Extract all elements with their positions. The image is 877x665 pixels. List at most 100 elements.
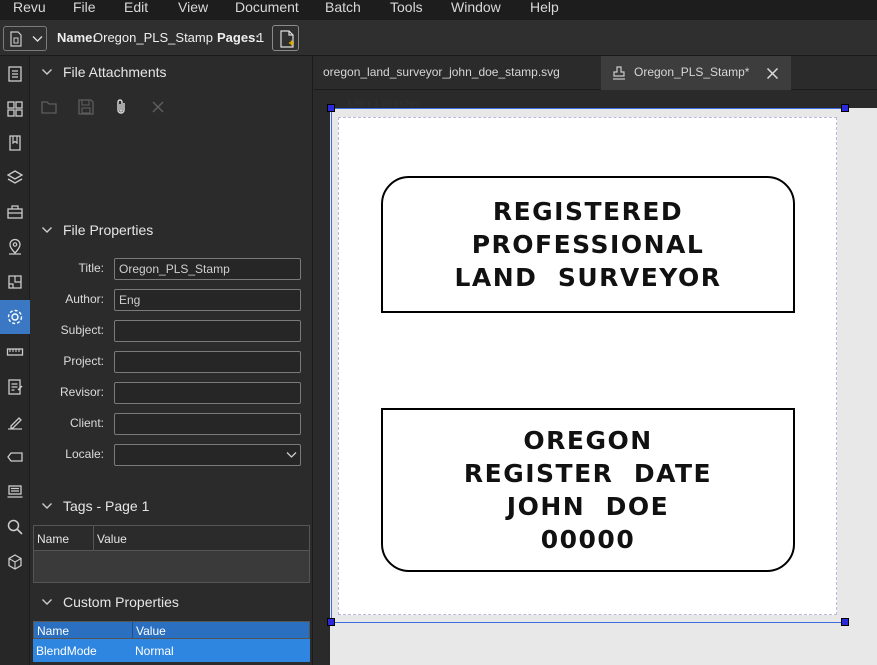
chevron-down-icon — [42, 599, 52, 605]
chevron-down-icon — [32, 36, 43, 42]
tags-header[interactable]: Tags - Page 1 — [31, 497, 313, 519]
new-page-icon — [280, 30, 294, 48]
paperclip-icon[interactable] — [112, 98, 130, 116]
studio-tab[interactable] — [0, 475, 30, 509]
resize-handle-bottom-right[interactable] — [841, 618, 849, 626]
selection-border-top — [331, 108, 845, 109]
file-attachments-header[interactable]: File Attachments — [31, 63, 313, 85]
thumbnails-icon — [8, 66, 22, 82]
menu-batch[interactable]: Batch — [325, 0, 361, 15]
file-properties-header[interactable]: File Properties — [31, 221, 313, 243]
column-header-value[interactable]: Value — [133, 622, 169, 638]
document-icon — [10, 31, 22, 47]
properties-panel: File Attachments File Properties Title: … — [31, 56, 313, 665]
open-folder-icon[interactable] — [40, 98, 58, 116]
menu-help[interactable]: Help — [530, 0, 559, 15]
custom-grid-header: Name Value — [33, 621, 310, 639]
stamp-line: REGISTER DATE — [463, 459, 713, 488]
stamp-line: JOHN DOE — [506, 492, 670, 521]
column-header-name[interactable]: Name — [34, 526, 94, 550]
bookmarks-icon — [9, 135, 21, 151]
insert-page-button[interactable] — [272, 25, 299, 51]
row-name: BlendMode — [36, 644, 97, 658]
menu-window[interactable]: Window — [451, 0, 501, 15]
stamp-line: 00000 — [540, 525, 636, 554]
save-icon[interactable] — [77, 98, 95, 116]
menu-file[interactable]: File — [73, 0, 96, 15]
markups-tab[interactable] — [0, 370, 30, 404]
resize-handle-bottom-left[interactable] — [327, 618, 335, 626]
gear-icon — [7, 309, 23, 325]
places-icon — [9, 238, 21, 255]
tab-svg-document[interactable]: oregon_land_surveyor_john_doe_stamp.svg — [314, 56, 600, 90]
name-label: Name: — [57, 30, 97, 45]
tags-tab[interactable] — [0, 440, 30, 474]
tags-grid: Name Value — [33, 525, 310, 583]
name-value: Oregon_PLS_Stamp — [93, 30, 213, 45]
author-field[interactable]: Eng — [114, 289, 301, 311]
tag-icon — [7, 452, 23, 462]
title-field[interactable]: Oregon_PLS_Stamp — [114, 258, 301, 280]
grid-icon — [7, 101, 23, 117]
client-label: Client: — [69, 416, 104, 430]
stamp-title-box: REGISTERED PROFESSIONAL LAND SURVEYOR — [381, 176, 795, 313]
resize-handle-top-right[interactable] — [841, 104, 849, 112]
3d-tab[interactable] — [0, 545, 30, 579]
measurements-tab[interactable] — [0, 335, 30, 369]
layers-icon — [6, 170, 24, 184]
grid-tab[interactable] — [0, 92, 30, 126]
column-header-value[interactable]: Value — [94, 526, 130, 550]
revisor-field[interactable] — [114, 382, 301, 404]
layers-tab[interactable] — [0, 161, 30, 195]
thumbnails-tab[interactable] — [0, 57, 30, 91]
ruler-icon — [6, 348, 24, 356]
file-toolbar: Name: Oregon_PLS_Stamp Pages: 1 — [0, 20, 877, 56]
selection-border-bottom — [331, 622, 845, 623]
close-icon[interactable] — [766, 67, 779, 80]
signatures-tab[interactable] — [0, 405, 30, 439]
project-field[interactable] — [114, 351, 301, 373]
menu-bar: Revu File Edit View Document Batch Tools… — [0, 0, 877, 20]
project-label: Project: — [63, 354, 104, 368]
bookmarks-tab[interactable] — [0, 126, 30, 160]
custom-properties-header[interactable]: Custom Properties — [31, 593, 313, 615]
stamp-info-box: OREGON REGISTER DATE JOHN DOE 00000 — [381, 408, 795, 572]
studio-icon — [7, 485, 23, 498]
client-field[interactable] — [114, 413, 301, 435]
signature-pen-icon — [8, 417, 22, 430]
menu-revu[interactable]: Revu — [13, 0, 46, 15]
3d-model-icon — [8, 554, 22, 570]
tags-grid-empty — [34, 551, 309, 582]
menu-document[interactable]: Document — [235, 0, 299, 15]
document-tabs: oregon_land_surveyor_john_doe_stamp.svg … — [314, 56, 877, 90]
dimensions-readout: 1.99 x 1.99 Inches — [347, 98, 421, 108]
stamp-line: LAND SURVEYOR — [454, 263, 722, 292]
toolchest-tab[interactable] — [0, 195, 30, 229]
table-row[interactable]: BlendMode Normal — [33, 639, 310, 662]
author-label: Author: — [65, 292, 104, 306]
menu-edit[interactable]: Edit — [124, 0, 148, 15]
resize-handle-top-left[interactable] — [327, 104, 335, 112]
properties-tab[interactable] — [0, 300, 30, 334]
column-header-name[interactable]: Name — [34, 622, 133, 638]
stamp-line: REGISTERED — [492, 197, 684, 226]
title-label: Title: — [78, 261, 104, 275]
stamp-line: OREGON — [523, 426, 653, 455]
toolchest-icon — [7, 205, 23, 219]
close-icon[interactable] — [149, 98, 167, 116]
stamp-icon — [613, 66, 625, 80]
panel-icon-strip — [0, 56, 30, 665]
places-tab[interactable] — [0, 230, 30, 264]
menu-tools[interactable]: Tools — [390, 0, 423, 15]
chevron-down-icon — [42, 69, 52, 75]
spaces-tab[interactable] — [0, 265, 30, 299]
locale-label: Locale: — [65, 447, 104, 461]
chevron-down-icon — [42, 227, 52, 233]
subject-field[interactable] — [114, 320, 301, 342]
tab-stamp-document[interactable]: Oregon_PLS_Stamp* — [601, 56, 791, 90]
chevron-down-icon — [42, 503, 52, 509]
search-tab[interactable] — [0, 510, 30, 544]
document-dropdown[interactable] — [3, 26, 47, 51]
menu-view[interactable]: View — [178, 0, 208, 15]
locale-select[interactable] — [114, 444, 301, 466]
